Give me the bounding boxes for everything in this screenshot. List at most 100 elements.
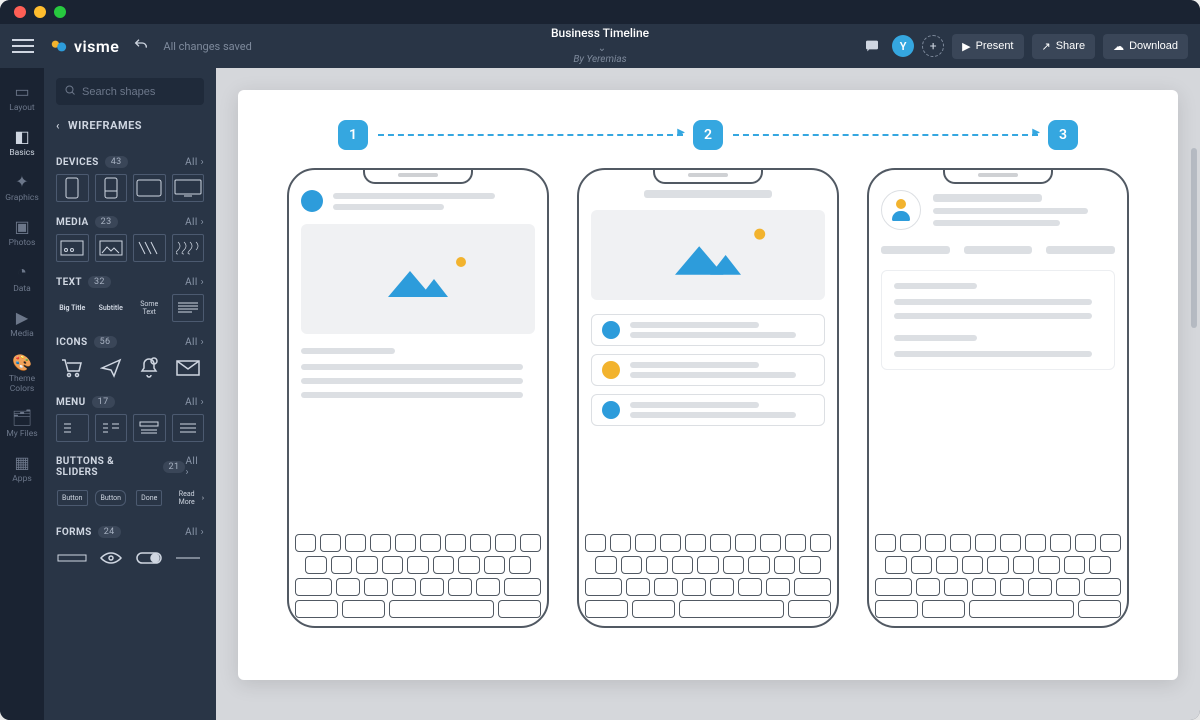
mac-titlebar bbox=[0, 0, 1200, 24]
text-sometext-thumb[interactable]: Some Text bbox=[133, 294, 166, 322]
category-devices-all[interactable]: All › bbox=[185, 157, 204, 168]
menu-simple-thumb[interactable] bbox=[172, 414, 205, 442]
rail-photos[interactable]: ▣Photos bbox=[2, 211, 42, 252]
form-toggle-thumb[interactable] bbox=[133, 544, 166, 572]
text-paragraph-thumb[interactable] bbox=[172, 294, 205, 322]
form-input-thumb[interactable] bbox=[56, 544, 89, 572]
photos-icon: ▣ bbox=[2, 217, 42, 236]
phone-frame-2[interactable] bbox=[577, 168, 839, 628]
phone-notch bbox=[363, 168, 473, 184]
rail-my-files[interactable]: 🗂My Files bbox=[2, 402, 42, 443]
button-rect-thumb[interactable]: Button bbox=[56, 484, 89, 512]
rail-theme-colors[interactable]: 🎨Theme Colors bbox=[2, 347, 42, 398]
button-round-thumb[interactable]: Button bbox=[95, 484, 128, 512]
category-buttons-header: BUTTONS & SLIDERS21 All › bbox=[56, 456, 204, 478]
image-placeholder bbox=[301, 224, 535, 334]
rail-media[interactable]: ▶Media bbox=[2, 302, 42, 343]
icon-mail-thumb[interactable] bbox=[172, 354, 205, 382]
download-label: Download bbox=[1129, 40, 1178, 52]
maximize-window-dot[interactable] bbox=[54, 6, 66, 18]
media-pattern1-thumb[interactable] bbox=[133, 234, 166, 262]
keyboard-placeholder bbox=[289, 528, 547, 626]
rail-apps[interactable]: ▦Apps bbox=[2, 447, 42, 488]
cloud-download-icon: ☁ bbox=[1113, 40, 1124, 53]
menu-button[interactable] bbox=[12, 39, 34, 53]
canvas[interactable]: 1 2 3 bbox=[216, 68, 1200, 720]
shapes-icon: ◧ bbox=[2, 127, 42, 146]
share-button[interactable]: ↗ Share bbox=[1032, 34, 1096, 59]
phone-frame-3[interactable] bbox=[867, 168, 1129, 628]
present-button[interactable]: ▶ Present bbox=[952, 34, 1023, 59]
save-state-label: All changes saved bbox=[163, 40, 251, 53]
text-subtitle-thumb[interactable]: Subtitle bbox=[95, 294, 128, 322]
form-eye-thumb[interactable] bbox=[95, 544, 128, 572]
list-card bbox=[591, 394, 825, 426]
app-logo[interactable]: visme bbox=[50, 37, 119, 56]
chevron-down-icon: ⌄ bbox=[598, 43, 606, 54]
category-icons-all[interactable]: All › bbox=[185, 337, 204, 348]
device-tablet-thumb[interactable] bbox=[133, 174, 166, 202]
document-title-dropdown[interactable]: Business Timeline⌄ By Yeremias bbox=[551, 27, 649, 64]
category-menu-all[interactable]: All › bbox=[185, 397, 204, 408]
vertical-scrollbar[interactable] bbox=[1191, 148, 1197, 328]
rail-basics[interactable]: ◧Basics bbox=[2, 121, 42, 162]
present-label: Present bbox=[976, 40, 1014, 52]
step-2-badge[interactable]: 2 bbox=[693, 120, 723, 150]
keyboard-placeholder bbox=[579, 528, 837, 626]
category-forms-header: FORMS24 All › bbox=[56, 526, 204, 538]
profile-avatar bbox=[881, 190, 921, 230]
media-pattern2-thumb[interactable] bbox=[172, 234, 205, 262]
download-button[interactable]: ☁ Download bbox=[1103, 34, 1188, 59]
category-forms-all[interactable]: All › bbox=[185, 527, 204, 538]
text-bigtitle-thumb[interactable]: Big Title bbox=[56, 294, 89, 322]
icon-send-thumb[interactable] bbox=[95, 354, 128, 382]
search-icon bbox=[64, 84, 76, 99]
menu-grid-thumb[interactable] bbox=[95, 414, 128, 442]
left-rail: ▭Layout ◧Basics ✦Graphics ▣Photos ◔Data … bbox=[0, 68, 44, 720]
panel-back-row[interactable]: ‹ WIREFRAMES bbox=[56, 119, 204, 132]
category-devices-header: DEVICES43 All › bbox=[56, 156, 204, 168]
steps-row: 1 2 3 bbox=[338, 120, 1078, 150]
device-phone-keypad-thumb[interactable] bbox=[95, 174, 128, 202]
shapes-panel: ‹ WIREFRAMES DEVICES43 All › MEDIA23 All… bbox=[44, 68, 216, 720]
user-avatar[interactable]: Y bbox=[892, 35, 914, 57]
media-frame-thumb[interactable] bbox=[56, 234, 89, 262]
category-icons-header: ICONS56 All › bbox=[56, 336, 204, 348]
menu-dropdown-thumb[interactable] bbox=[133, 414, 166, 442]
page[interactable]: 1 2 3 bbox=[238, 90, 1178, 680]
minimize-window-dot[interactable] bbox=[34, 6, 46, 18]
menu-list-thumb[interactable] bbox=[56, 414, 89, 442]
graphics-icon: ✦ bbox=[2, 172, 42, 191]
step-1-badge[interactable]: 1 bbox=[338, 120, 368, 150]
undo-button[interactable] bbox=[133, 37, 149, 56]
button-done-thumb[interactable]: Done bbox=[133, 484, 166, 512]
category-text-all[interactable]: All › bbox=[185, 277, 204, 288]
dot-icon bbox=[602, 361, 620, 379]
topbar: visme All changes saved Business Timelin… bbox=[0, 24, 1200, 68]
category-buttons-all[interactable]: All › bbox=[185, 456, 204, 478]
button-readmore-thumb[interactable]: Read More › bbox=[172, 484, 205, 512]
rail-data[interactable]: ◔Data bbox=[2, 256, 42, 298]
device-phone-thumb[interactable] bbox=[56, 174, 89, 202]
device-desktop-thumb[interactable] bbox=[172, 174, 205, 202]
apps-icon: ▦ bbox=[2, 453, 42, 472]
chart-icon: ◔ bbox=[2, 262, 42, 282]
icon-bell-thumb[interactable] bbox=[133, 354, 166, 382]
close-window-dot[interactable] bbox=[14, 6, 26, 18]
rail-graphics[interactable]: ✦Graphics bbox=[2, 166, 42, 207]
form-line-thumb[interactable] bbox=[172, 544, 205, 572]
search-input-wrap[interactable] bbox=[56, 78, 204, 105]
document-subtitle: By Yeremias bbox=[551, 54, 649, 65]
rail-layout[interactable]: ▭Layout bbox=[2, 76, 42, 117]
comments-button[interactable] bbox=[860, 34, 884, 58]
search-input[interactable] bbox=[82, 86, 196, 98]
chevron-left-icon: ‹ bbox=[56, 119, 60, 132]
category-media-all[interactable]: All › bbox=[185, 217, 204, 228]
add-collaborator-button[interactable]: + bbox=[922, 35, 944, 57]
icon-cart-thumb[interactable] bbox=[56, 354, 89, 382]
media-image-thumb[interactable] bbox=[95, 234, 128, 262]
category-media-header: MEDIA23 All › bbox=[56, 216, 204, 228]
logo-text: visme bbox=[74, 37, 119, 56]
step-3-badge[interactable]: 3 bbox=[1048, 120, 1078, 150]
phone-frame-1[interactable] bbox=[287, 168, 549, 628]
